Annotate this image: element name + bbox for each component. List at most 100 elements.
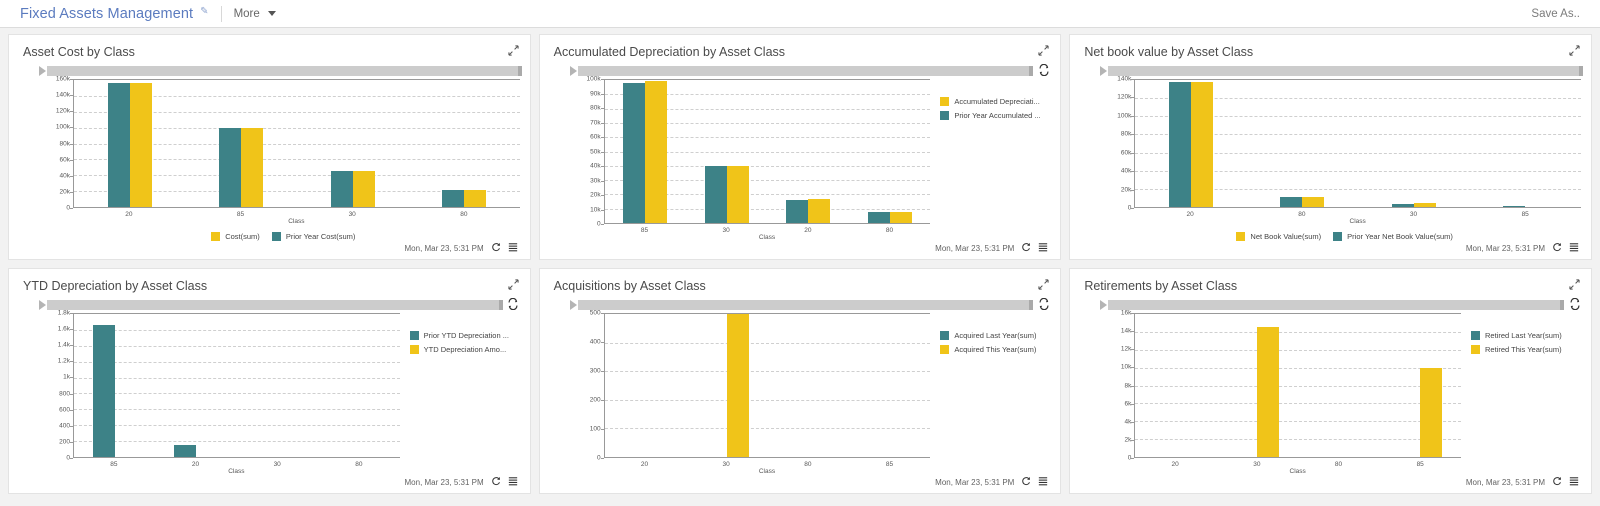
expand-icon[interactable] [508,45,519,56]
save-as-button[interactable]: Save As.. [1531,8,1586,20]
slider-handle-left[interactable] [39,66,46,76]
legend-item[interactable]: Retired This Year(sum) [1471,345,1581,354]
slider-handle-left[interactable] [39,300,46,310]
y-axis-tick-label: 14k [1120,327,1132,335]
bar-teal[interactable] [1391,203,1414,207]
bar-yellow[interactable] [1191,81,1214,207]
legend-item[interactable]: YTD Depreciation Amo... [409,345,520,354]
refresh-icon[interactable] [1021,242,1031,255]
expand-icon[interactable] [508,279,519,290]
slider-handle-right[interactable] [1560,300,1564,310]
bar-yellow[interactable] [726,165,749,223]
bar-teal[interactable] [219,127,242,207]
list-view-icon[interactable] [508,476,518,489]
bar-yellow[interactable] [1257,327,1280,457]
refresh-icon[interactable] [1552,242,1562,255]
y-axis-tick-label: 140k [55,91,70,99]
range-slider[interactable] [1100,66,1583,76]
y-axis-tick-label: 10k [1120,363,1132,371]
slider-handle-left[interactable] [569,300,577,310]
range-slider[interactable] [39,66,522,76]
expand-icon[interactable] [1038,279,1049,290]
bar-yellow[interactable] [1413,203,1436,207]
list-view-icon[interactable] [1038,242,1048,255]
bar-teal[interactable] [1280,197,1303,207]
slider-handle-left[interactable] [1100,66,1108,76]
range-slider[interactable] [569,300,1034,310]
x-axis-title: Class [288,218,305,225]
bar-yellow[interactable] [726,314,749,457]
legend-item[interactable]: Retired Last Year(sum) [1471,331,1581,340]
bar-yellow[interactable] [889,211,912,223]
x-axis-tick-label: 85 [885,461,894,468]
bar-teal[interactable] [704,165,727,223]
plot-canvas [1134,313,1461,458]
list-view-icon[interactable] [1569,476,1579,489]
slider-handle-right[interactable] [517,66,522,76]
sync-icon[interactable] [1037,63,1050,78]
legend-item[interactable]: Acquired This Year(sum) [940,345,1050,354]
range-slider[interactable] [39,300,503,310]
list-view-icon[interactable] [1569,242,1579,255]
more-menu-button[interactable]: More [234,8,276,20]
refresh-icon[interactable] [491,476,501,489]
bar-teal[interactable] [623,82,646,223]
slider-handle-right[interactable] [1029,66,1034,76]
x-axis-tick-label: 30 [722,227,730,234]
refresh-icon[interactable] [1021,476,1031,489]
bar-teal[interactable] [1169,81,1192,207]
y-axis-tick-label: 120k [55,107,70,115]
sync-icon[interactable] [507,297,520,312]
slider-handle-left[interactable] [569,66,577,76]
edit-pencil-icon[interactable]: ✎ [200,6,208,17]
legend-swatch-yellow [940,345,950,354]
bar-yellow[interactable] [645,81,668,223]
sync-icon[interactable] [1568,297,1581,312]
bar-teal[interactable] [1503,205,1526,207]
sync-icon[interactable] [1037,297,1050,312]
list-view-icon[interactable] [508,242,518,255]
legend-item[interactable]: Prior YTD Depreciation ... [409,331,520,340]
bar-yellow[interactable] [808,198,831,223]
legend-item[interactable]: Accumulated Depreciati... [940,97,1050,106]
bar-teal[interactable] [92,325,115,457]
bar-teal[interactable] [441,189,464,207]
y-axis-tick-label: 10k [590,206,601,213]
refresh-icon[interactable] [491,242,501,255]
slider-handle-right[interactable] [498,300,503,310]
bar-yellow[interactable] [1302,197,1325,207]
y-axis-tick-label: 80k [1120,130,1132,138]
chart-panel-3: Net book value by Asset Class 0 20k 40k 60k 8… [1069,34,1592,260]
range-slider[interactable] [569,66,1034,76]
legend-item[interactable]: Prior Year Accumulated ... [940,111,1050,120]
refresh-icon[interactable] [1552,476,1562,489]
bar-teal[interactable] [867,211,890,223]
legend-item[interactable]: Net Book Value(sum) [1236,232,1321,241]
bar-teal[interactable] [330,171,353,207]
bar-teal[interactable] [174,445,197,457]
bar-yellow[interactable] [129,83,152,207]
expand-icon[interactable] [1038,45,1049,56]
plot-canvas [603,79,931,224]
bar-yellow[interactable] [1420,367,1443,457]
legend-item[interactable]: Prior Year Cost(sum) [271,232,355,241]
plot-wrap: 0 10k 20k 30k 40k 50k 60k 70k 80k 90k 100k 85 30 20 80… [578,76,1051,242]
y-axis-tick-label: 2k [1124,436,1132,444]
legend-swatch-yellow [409,345,419,354]
slider-handle-right[interactable] [1029,300,1034,310]
bar-yellow[interactable] [241,127,264,207]
legend-item[interactable]: Acquired Last Year(sum) [940,331,1050,340]
expand-icon[interactable] [1569,45,1580,56]
range-slider[interactable] [1100,300,1564,310]
bar-yellow[interactable] [352,171,375,207]
legend-item[interactable]: Cost(sum) [211,232,260,241]
footer-timestamp: Mon, Mar 23, 5:31 PM [404,478,484,487]
bar-yellow[interactable] [463,189,486,207]
bar-teal[interactable] [107,83,130,207]
legend-item[interactable]: Prior Year Net Book Value(sum) [1333,232,1453,241]
list-view-icon[interactable] [1038,476,1048,489]
slider-handle-right[interactable] [1579,66,1583,76]
bar-teal[interactable] [786,200,809,223]
slider-handle-left[interactable] [1100,300,1108,310]
expand-icon[interactable] [1569,279,1580,290]
